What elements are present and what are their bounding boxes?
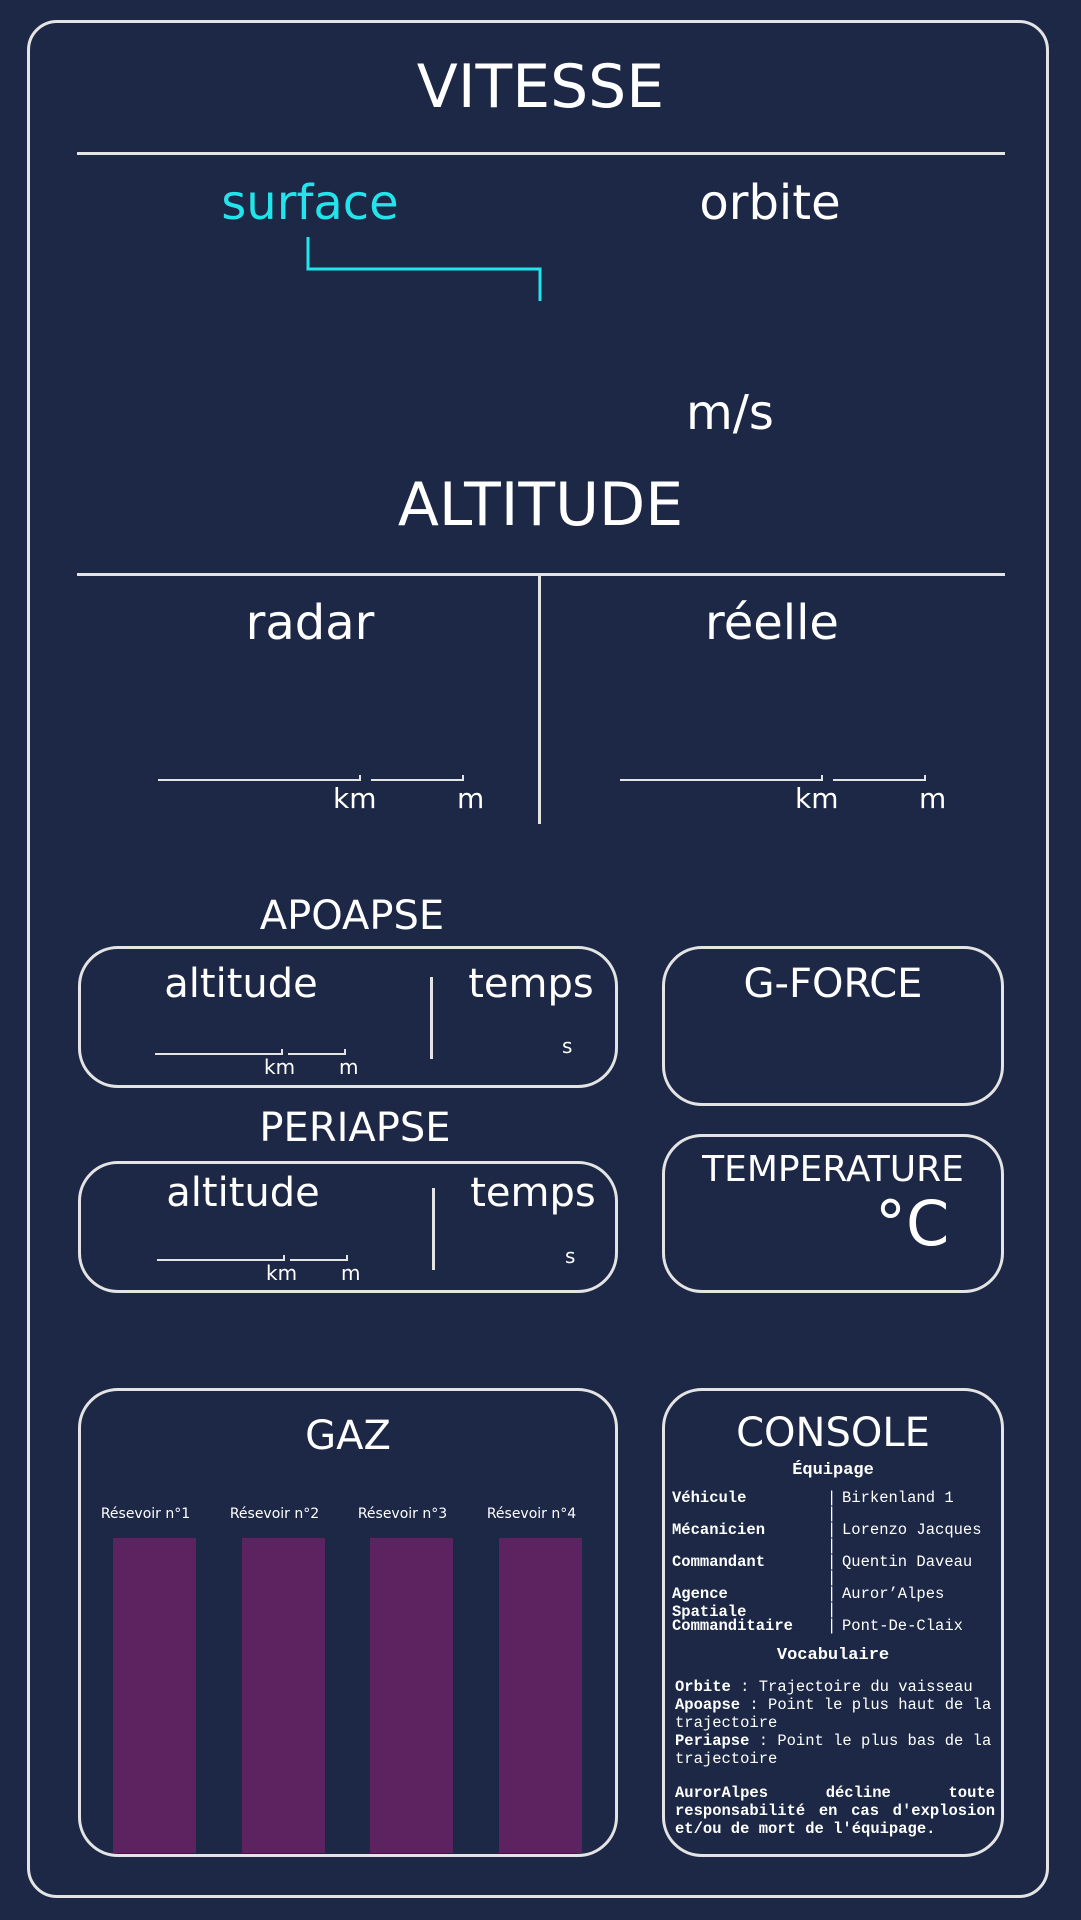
apoapse-title: APOAPSE [259,893,445,939]
real-m-unit: m [919,782,947,815]
vocab-item: Apoapse : Point le plus haut de la traje… [675,1696,995,1732]
apoapse-s-unit: s [562,1034,573,1058]
vocab-item: Periapse : Point le plus bas de la traje… [675,1732,995,1768]
speed-title: VITESSE [416,52,665,122]
temperature-panel: TEMPERATURE °C [662,1134,1004,1293]
periapse-time-label: temps [470,1170,596,1216]
tab-indicator [306,237,542,301]
gas-title: GAZ [305,1413,391,1459]
gforce-title: G-FORCE [743,961,923,1007]
crew-key: Véhicule [672,1489,747,1507]
speed-divider [77,152,1005,155]
console-title: CONSOLE [736,1410,930,1456]
tank-2-label: Résevoir n°2 [229,1506,320,1522]
vocab-list: Orbite : Trajectoire du vaisseau Apoapse… [675,1678,995,1768]
apoapse-time-label: temps [468,961,594,1007]
apoapse-altitude-label: altitude [164,961,318,1007]
vocab-heading: Vocabulaire [776,1646,890,1665]
tank-4-label: Résevoir n°4 [486,1506,577,1522]
real-km-unit: km [795,782,839,815]
vocab-term: Orbite [675,1678,731,1696]
altitude-divider [77,573,1005,576]
tab-orbite[interactable]: orbite [640,175,900,231]
radar-m-unit: m [457,782,485,815]
crew-key: Agence Spatiale [672,1585,747,1621]
periapse-panel: altitude temps km m s [78,1161,618,1293]
tank-3-label: Résevoir n°3 [357,1506,448,1522]
tank-1-bar [113,1538,196,1853]
temperature-unit: °C [875,1187,950,1260]
tank-2-bar [242,1538,325,1853]
tank-3-bar [370,1538,453,1853]
crew-value: Lorenzo Jacques [842,1521,982,1539]
periapse-altitude-label: altitude [166,1170,320,1216]
tank-1-label: Résevoir n°1 [100,1506,191,1522]
apoapse-km-unit: km [264,1055,296,1079]
altitude-real-label: réelle [705,595,839,651]
periapse-s-unit: s [565,1244,576,1268]
apoapse-m-unit: m [339,1055,359,1079]
real-km-field [620,779,823,781]
periapse-m-unit: m [341,1261,361,1285]
disclaimer: AurorAlpes décline toute responsabilité … [675,1784,995,1838]
periapse-title: PERIAPSE [259,1105,451,1151]
crew-separator: | [827,1617,837,1635]
radar-m-tick [462,775,464,781]
apoapse-panel: altitude temps km m s [78,946,618,1088]
crew-key: Commandant [672,1553,766,1571]
vocab-term: Periapse [675,1732,750,1750]
radar-km-unit: km [333,782,377,815]
periapse-m-field [290,1259,348,1261]
crew-heading: Équipage [792,1461,874,1480]
crew-value: Auror’Alpes [842,1585,945,1603]
apoapse-m-field [288,1053,346,1055]
altitude-radar-label: radar [245,595,375,651]
tab-surface[interactable]: surface [180,175,440,231]
crew-value: Pont-De-Claix [842,1617,963,1635]
vocab-item: Orbite : Trajectoire du vaisseau [675,1678,995,1696]
crew-key: Mécanicien [672,1521,766,1539]
periapse-divider [432,1188,435,1270]
vocab-def: : Trajectoire du vaisseau [730,1678,973,1696]
altitude-column-divider [538,576,541,824]
radar-m-field [371,779,464,781]
real-km-tick [821,775,823,781]
apoapse-divider [430,977,433,1059]
crew-value: Birkenland 1 [842,1489,954,1507]
tank-4-bar [499,1538,582,1853]
radar-km-tick [359,775,361,781]
crew-key: Commanditaire [672,1617,793,1635]
crew-value: Quentin Daveau [842,1553,973,1571]
speed-unit: m/s [686,385,774,441]
real-m-tick [924,775,926,781]
periapse-km-unit: km [266,1261,298,1285]
radar-km-field [158,779,361,781]
vocab-term: Apoapse [675,1696,741,1714]
altitude-title: ALTITUDE [397,470,684,540]
real-m-field [833,779,926,781]
temperature-title: TEMPERATURE [702,1149,964,1190]
gas-panel: GAZ Résevoir n°1 Résevoir n°2 Résevoir n… [78,1388,618,1857]
gforce-panel: G-FORCE [662,946,1004,1106]
